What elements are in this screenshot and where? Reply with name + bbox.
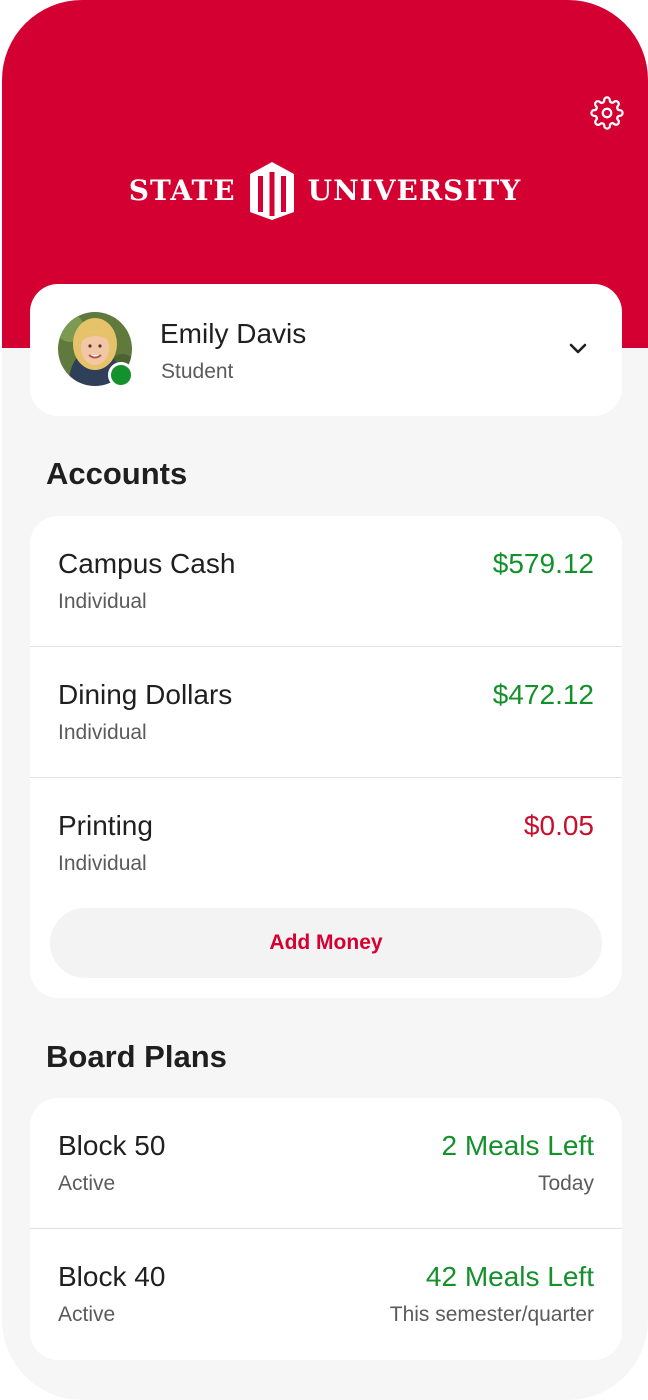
account-name: Printing: [58, 810, 153, 841]
plan-name: Block 40: [58, 1261, 166, 1292]
account-name: Dining Dollars: [58, 679, 233, 710]
plan-row-block-50[interactable]: Block 50 Active 2 Meals Left Today: [30, 1098, 622, 1229]
plan-period: This semester/quarter: [389, 1303, 594, 1326]
plan-name: Block 50: [58, 1130, 166, 1161]
chevron-down-icon: [569, 343, 587, 354]
board-plans-card: Block 50 Active 2 Meals Left Today Block…: [30, 1098, 622, 1360]
building-icon: [249, 162, 294, 220]
avatar: [58, 312, 134, 388]
app-screen: STATE UNIVERSITY Emily Davis Student Acc…: [2, 0, 648, 1400]
university-logo: STATE UNIVERSITY: [2, 160, 648, 220]
account-type: Individual: [58, 852, 147, 875]
online-status-dot: [108, 362, 134, 388]
account-balance: $472.12: [492, 679, 594, 710]
account-name: Campus Cash: [58, 548, 236, 579]
profile-name: Emily Davis: [160, 318, 307, 349]
plan-status: Active: [58, 1172, 116, 1195]
logo-word-left: STATE: [128, 173, 236, 207]
board-plans-heading: Board Plans: [46, 1039, 227, 1074]
add-money-button[interactable]: Add Money: [50, 908, 602, 978]
account-row-printing[interactable]: Printing Individual $0.05: [30, 778, 622, 909]
expand-profile-button[interactable]: [564, 334, 592, 362]
meals-left: 42 Meals Left: [425, 1261, 594, 1292]
gear-icon: [590, 96, 624, 130]
settings-button[interactable]: [588, 94, 626, 132]
logo-word-right: UNIVERSITY: [307, 173, 522, 207]
accounts-heading: Accounts: [46, 456, 188, 491]
account-type: Individual: [58, 590, 147, 613]
profile-card[interactable]: Emily Davis Student: [30, 284, 622, 416]
plan-row-block-40[interactable]: Block 40 Active 42 Meals Left This semes…: [30, 1229, 622, 1360]
plan-period: Today: [537, 1172, 594, 1195]
account-balance: $0.05: [523, 810, 594, 841]
account-row-dining-dollars[interactable]: Dining Dollars Individual $472.12: [30, 647, 622, 778]
account-type: Individual: [58, 721, 147, 744]
profile-role: Student: [161, 360, 234, 383]
account-row-campus-cash[interactable]: Campus Cash Individual $579.12: [30, 516, 622, 647]
meals-left: 2 Meals Left: [441, 1130, 594, 1161]
plan-status: Active: [58, 1303, 116, 1326]
accounts-card: Campus Cash Individual $579.12 Dining Do…: [30, 516, 622, 998]
account-balance: $579.12: [492, 548, 594, 579]
